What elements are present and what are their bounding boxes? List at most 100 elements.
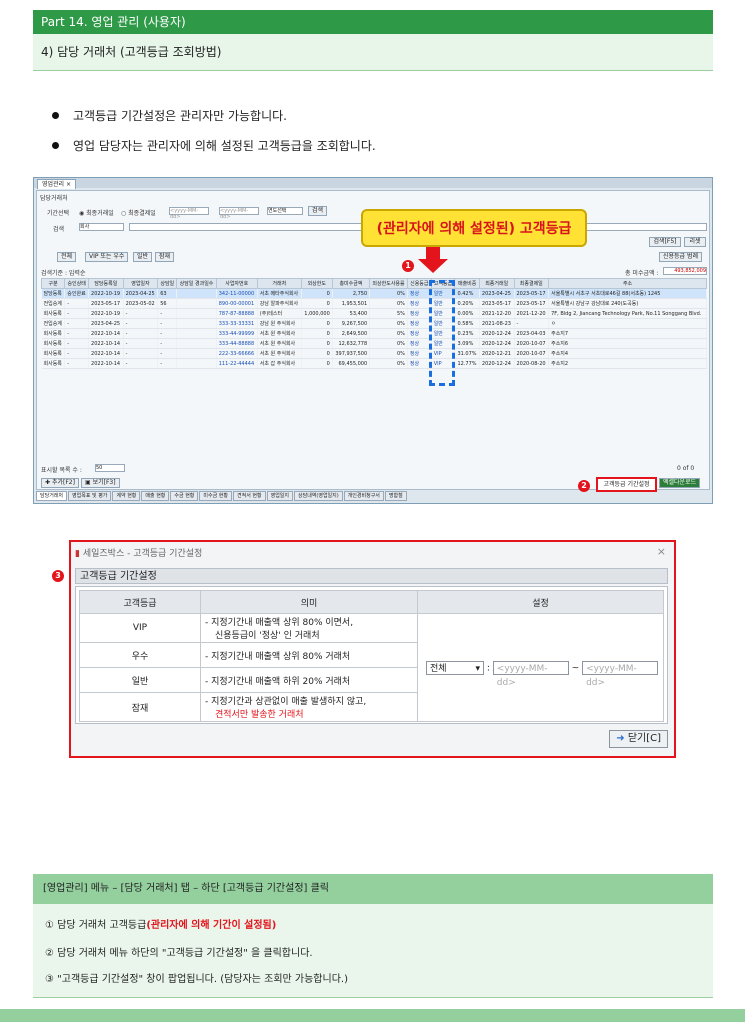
- table-row[interactable]: 회사등록 -2022-10-14- -333-44-88888 서초 원 주식회사 0 1…: [41, 338, 707, 349]
- credit-legend-button[interactable]: 신용등급 범례: [659, 252, 703, 262]
- marker-2: 2: [578, 480, 590, 492]
- bottom-tab[interactable]: 명함철: [384, 491, 407, 501]
- bottom-tab[interactable]: 미수금 현황: [199, 491, 232, 501]
- view-button[interactable]: ▣ 보기[F3]: [81, 478, 120, 488]
- table-cell: 0.23%: [454, 328, 480, 339]
- table-row[interactable]: 전입승계 -2023-04-25- -333-33-33331 강남 원 주식회사 0 9…: [41, 318, 707, 329]
- bottom-tab[interactable]: 영업목표 및 평가: [68, 491, 112, 501]
- period-setting-button[interactable]: 고객등급 기간설정: [596, 477, 657, 492]
- filter-normal[interactable]: 일반: [133, 252, 153, 262]
- table-cell: 2023-04-25: [88, 318, 124, 329]
- bullet-item: 고객등급 기간설정은 관리자만 가능합니다.: [52, 107, 287, 124]
- search-button[interactable]: 검색[F5]: [649, 237, 681, 247]
- filter-all[interactable]: 전체: [57, 252, 77, 262]
- table-cell: 0: [301, 318, 333, 329]
- search-field-select[interactable]: 회사: [79, 223, 124, 231]
- meaning-excellent: - 지정기간내 매출액 상위 80% 거래처: [200, 642, 418, 668]
- bottom-tab[interactable]: 계약 현황: [112, 491, 141, 501]
- table-cell: -: [123, 328, 159, 339]
- add-button[interactable]: ✚ 추가[F2]: [41, 478, 79, 488]
- table-cell: 63: [157, 288, 178, 299]
- column-header[interactable]: 신용등급: [406, 278, 432, 289]
- table-cell: 담당등록: [41, 288, 66, 299]
- bottom-tab[interactable]: 담당거래처: [36, 491, 68, 501]
- grade-normal: 일반: [79, 667, 201, 693]
- period-from-input[interactable]: <yyyy-MM-dd>: [492, 660, 569, 688]
- meaning-header: 의미: [200, 590, 418, 614]
- column-header[interactable]: 외상한도사용률: [369, 278, 408, 289]
- table-cell: -: [157, 348, 178, 359]
- table-cell: 0.00%: [454, 308, 480, 319]
- table-cell: 7F, Bldg 2, Jiancang Technology Park, No…: [548, 308, 707, 319]
- tab-sales[interactable]: 영업관리 ×: [37, 179, 77, 189]
- dialog-close-button[interactable]: ➜ 닫기[C]: [609, 730, 668, 748]
- column-header[interactable]: 상담일 경과일수: [176, 278, 217, 289]
- table-cell: 2021-12-20: [479, 308, 515, 319]
- chevron-down-icon: ▾: [475, 663, 480, 674]
- grade-select[interactable]: 전체 ▾: [426, 660, 484, 675]
- table-row[interactable]: 회사등록 -2022-10-14- -111-22-44444 서초 갑 주식회사 0 6…: [41, 358, 707, 369]
- filter-vip[interactable]: VIP 또는 우수: [85, 252, 129, 262]
- column-header[interactable]: 주소: [548, 278, 707, 289]
- bottom-tab[interactable]: 견적서 현황: [233, 491, 266, 501]
- table-cell: 1,953,501: [332, 298, 371, 309]
- filter-potential[interactable]: 잠재: [155, 252, 175, 262]
- table-cell: -: [157, 328, 178, 339]
- table-cell: 0.42%: [454, 288, 480, 299]
- tab-bar: 영업관리 ×: [34, 178, 712, 189]
- column-header[interactable]: 승인상태: [64, 278, 90, 289]
- column-header[interactable]: 담당등록일: [88, 278, 124, 289]
- close-icon[interactable]: ×: [657, 545, 666, 558]
- bottom-tab[interactable]: 개인경비청구서: [343, 491, 384, 501]
- column-header[interactable]: 사업자번호: [215, 278, 258, 289]
- table-cell: 강남 원 주식회사: [257, 318, 302, 329]
- table-cell: 정상: [407, 338, 432, 349]
- column-header[interactable]: 구분: [40, 278, 66, 289]
- section-title: 4) 담당 거래처 (고객등급 조회방법): [33, 34, 713, 71]
- search-small-button[interactable]: 검색: [308, 206, 328, 216]
- column-header[interactable]: 매출비중: [454, 278, 480, 289]
- instruction-1: ① 담당 거래처 고객등급(관리자에 의해 기간이 설정됨): [45, 920, 277, 931]
- excel-download-button[interactable]: 엑셀다운로드: [659, 478, 701, 488]
- bottom-tab-bar: 담당거래처 영업목표 및 평가 계약 현황 매출 현황 수금 현황 미수금 현황 견적서 현…: [36, 491, 408, 501]
- table-cell: -: [157, 358, 178, 369]
- table-cell: -: [123, 358, 159, 369]
- table-row[interactable]: 전입승계 -2023-05-17 2023-05-02 56 890-00-00001 강…: [41, 298, 707, 309]
- page-size-select[interactable]: 50: [95, 464, 125, 472]
- table-cell: 2022-10-14: [88, 348, 124, 359]
- table-cell: 회사등록: [41, 338, 66, 349]
- dialog-section-title: 고객등급 기간설정: [75, 568, 668, 584]
- table-row[interactable]: 담당등록 승인완료 2022-10-19 2023-04-25 63 342-11-000…: [41, 288, 707, 299]
- column-header[interactable]: 거래처: [256, 278, 302, 289]
- radio-last-trade[interactable]: ◉ 최종거래일: [79, 208, 114, 217]
- radio-last-payment[interactable]: ○ 최종결제일: [121, 208, 156, 217]
- meaning-normal: - 지정기간내 매출액 하위 20% 거래처: [200, 667, 418, 693]
- table-row[interactable]: 회사등록 -2022-10-14- -222-33-66666 서초 원 주식회사 0 3…: [41, 348, 707, 359]
- table-cell: 회사등록: [41, 308, 66, 319]
- table-cell: -: [64, 348, 90, 359]
- table-cell: 주소지6: [548, 338, 707, 349]
- date-to-input[interactable]: <yyyy-MM-dd>: [219, 207, 259, 220]
- bottom-tab[interactable]: 상담내역(영업일지): [294, 491, 343, 501]
- table-cell: 0: [301, 338, 333, 349]
- table-row[interactable]: 회사등록 -2022-10-14- -333-44-99999 서초 원 주식회사 0 2…: [41, 328, 707, 339]
- bottom-tab[interactable]: 수금 현황: [170, 491, 199, 501]
- bottom-tab[interactable]: 매출 현황: [141, 491, 170, 501]
- column-header[interactable]: 영업일자: [122, 278, 159, 289]
- table-cell: (주)테스터: [257, 308, 302, 319]
- footer-bar: [0, 1009, 745, 1022]
- period-select[interactable]: 연도선택: [267, 207, 303, 215]
- column-header[interactable]: 상담일: [157, 278, 178, 289]
- date-from-input[interactable]: <yyyy-MM-dd>: [169, 207, 209, 220]
- bottom-tab[interactable]: 영업일지: [266, 491, 293, 501]
- app-logo-icon: ▮: [75, 549, 80, 559]
- table-cell: [176, 358, 217, 369]
- column-header[interactable]: 최종결제일: [513, 278, 550, 289]
- column-header[interactable]: 최종거래일: [478, 278, 515, 289]
- table-row[interactable]: 회사등록 -2022-10-19- -787-87-88888 (주)테스터 1,000…: [41, 308, 707, 319]
- page-size-label: 표시할 목록 수 :: [41, 467, 82, 474]
- period-to-input[interactable]: <yyyy-MM-dd>: [582, 660, 659, 688]
- column-header[interactable]: 총미수금액: [331, 278, 371, 289]
- reset-button[interactable]: 리셋: [684, 237, 706, 247]
- column-header[interactable]: 외상한도: [300, 278, 333, 289]
